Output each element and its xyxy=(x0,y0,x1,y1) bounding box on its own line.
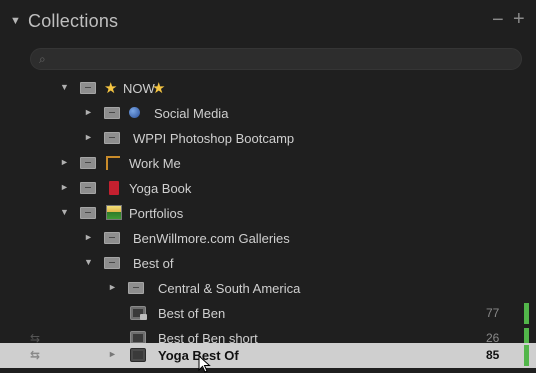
tree-row-best-of-ben[interactable]: Best of Ben 77 xyxy=(0,301,536,326)
tree-item-label: BenWillmore.com Galleries xyxy=(133,231,290,246)
collection-set-icon xyxy=(104,232,120,244)
disclosure-open-icon[interactable]: ▼ xyxy=(60,82,69,92)
mouse-cursor-icon xyxy=(198,355,211,373)
frame-icon xyxy=(106,156,120,170)
tree-row-portfolios[interactable]: ▼ Portfolios xyxy=(0,201,536,226)
tree-item-label: Central & South America xyxy=(158,281,301,296)
globe-icon xyxy=(129,107,140,118)
collection-filter-input[interactable]: ⌕ xyxy=(30,48,522,70)
disclosure-closed-icon[interactable]: ► xyxy=(60,157,69,167)
tree-row-now[interactable]: ▼ ★ NOW ★ xyxy=(0,76,536,101)
disclosure-open-icon[interactable]: ▼ xyxy=(84,257,93,267)
collection-set-icon xyxy=(104,107,120,119)
tree-item-label: Work Me xyxy=(129,156,181,171)
tree-item-label: Portfolios xyxy=(129,206,184,221)
target-collection-marker xyxy=(524,303,529,324)
tree-row-best-of[interactable]: ▼ Best of xyxy=(0,251,536,276)
tree-row-yoga-book[interactable]: ► Yoga Book xyxy=(0,176,536,201)
tree-item-label: NOW xyxy=(123,81,155,96)
tree-item-label: Yoga Book xyxy=(129,181,192,196)
collection-set-icon xyxy=(80,157,96,169)
disclosure-closed-icon[interactable]: ► xyxy=(108,349,117,359)
photo-count: 77 xyxy=(486,306,500,320)
portfolio-icon xyxy=(106,205,122,220)
collection-set-icon xyxy=(80,207,96,219)
photo-count: 85 xyxy=(486,348,500,362)
tree-item-label: Best of Ben xyxy=(158,306,226,321)
collection-set-icon xyxy=(104,257,120,269)
search-icon: ⌕ xyxy=(39,52,46,66)
collections-header[interactable]: ▼ Collections − + xyxy=(0,6,536,38)
tree-row-work-me[interactable]: ► Work Me xyxy=(0,151,536,176)
target-collection-marker xyxy=(524,345,529,366)
tree-row-wppi[interactable]: ► WPPI Photoshop Bootcamp xyxy=(0,126,536,151)
collection-icon xyxy=(130,348,146,362)
header-disclosure-icon[interactable]: ▼ xyxy=(10,15,21,27)
star-icon: ★ xyxy=(104,80,118,97)
tree-item-label: Social Media xyxy=(154,106,229,121)
tree-row-central-south-america[interactable]: ► Central & South America xyxy=(0,276,536,301)
book-icon xyxy=(109,181,119,195)
smart-badge-icon xyxy=(140,314,147,320)
disclosure-open-icon[interactable]: ▼ xyxy=(60,207,69,217)
star-icon: ★ xyxy=(152,80,166,97)
panel-title: Collections xyxy=(28,11,119,31)
tree-row-yoga-best-of[interactable]: ⇆ ► Yoga Best Of 85 xyxy=(0,343,536,368)
tree-row-social-media[interactable]: ► Social Media xyxy=(0,101,536,126)
add-collection-button[interactable]: + xyxy=(513,8,525,31)
collection-set-icon xyxy=(80,82,96,94)
collection-set-icon xyxy=(128,282,144,294)
smart-collection-icon xyxy=(130,306,147,320)
tree-row-benwillmore-galleries[interactable]: ► BenWillmore.com Galleries xyxy=(0,226,536,251)
collection-set-icon xyxy=(104,132,120,144)
remove-collection-button[interactable]: − xyxy=(492,9,504,32)
tree-item-label: WPPI Photoshop Bootcamp xyxy=(133,131,295,146)
tree-item-label: Best of xyxy=(133,256,174,271)
collections-panel: ▼ Collections − + ⌕ ▼ ★ NOW ★ ► Social M… xyxy=(0,0,536,373)
disclosure-closed-icon[interactable]: ► xyxy=(84,107,93,117)
disclosure-closed-icon[interactable]: ► xyxy=(60,182,69,192)
sync-icon: ⇆ xyxy=(30,348,41,362)
collection-set-icon xyxy=(80,182,96,194)
disclosure-closed-icon[interactable]: ► xyxy=(108,282,117,292)
disclosure-closed-icon[interactable]: ► xyxy=(84,132,93,142)
disclosure-closed-icon[interactable]: ► xyxy=(84,232,93,242)
